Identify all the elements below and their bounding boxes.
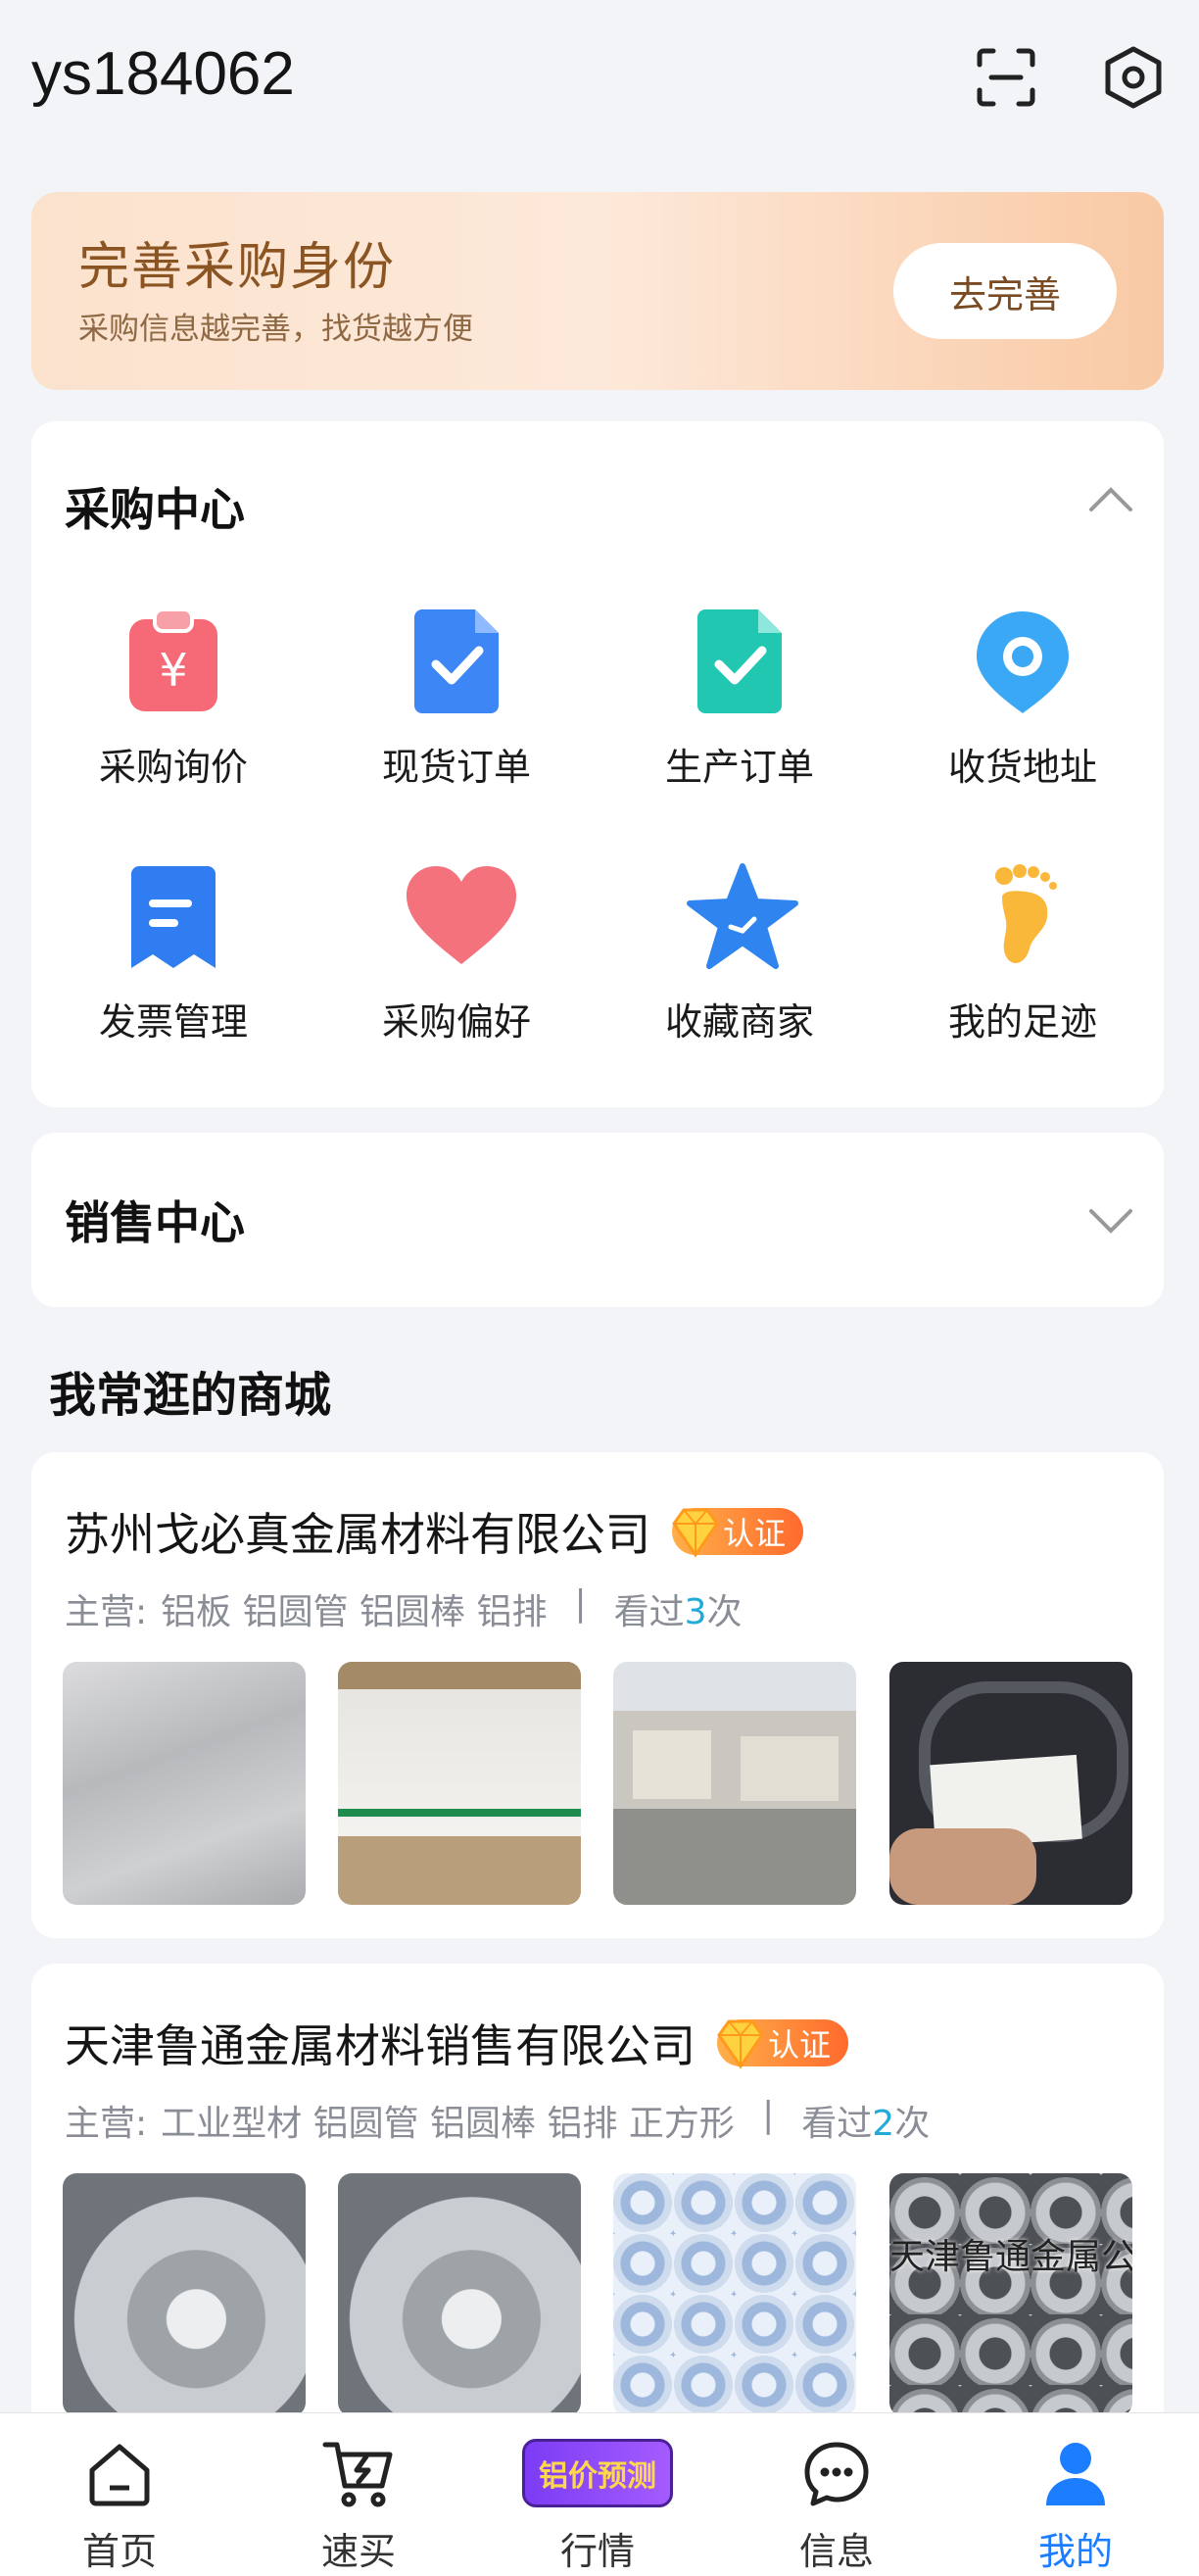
diamond-icon (717, 2019, 764, 2069)
tab-messages[interactable]: 信息 (717, 2439, 956, 2575)
sales-center-title: 销售中心 (65, 1196, 245, 1249)
product-thumbnail[interactable] (613, 1662, 856, 1905)
grid-item-label: 采购偏好 (381, 1000, 531, 1044)
clipboard-yen-icon: ¥ (120, 608, 227, 715)
banner-title: 完善采购身份 (78, 238, 397, 297)
tab-mine[interactable]: 我的 (956, 2439, 1195, 2575)
banner-subtitle: 采购信息越完善，找货越方便 (78, 312, 473, 347)
grid-item-label: 采购询价 (98, 746, 248, 789)
complete-button[interactable]: 去完善 (893, 243, 1117, 339)
grid-item-footprint[interactable]: 我的足迹 (881, 862, 1165, 1045)
product-thumbnail[interactable] (338, 1662, 581, 1905)
location-pin-icon (969, 608, 1077, 715)
chevron-up-icon[interactable] (1087, 484, 1134, 517)
thumbnail-overlay-text: 天津鲁通金属公司 (889, 2237, 1132, 2277)
certified-badge: 认证 (717, 2019, 849, 2069)
shop-main-business: 主营: 铝板 铝圆管 铝圆棒 铝排 | 看过3次 (65, 1583, 743, 1632)
shop-card[interactable]: 苏州戈必真金属材料有限公司 认证 主营: 铝板 铝圆管 铝圆棒 铝排 | 看过3… (31, 1452, 1164, 1938)
star-icon (686, 862, 798, 970)
settings-icon[interactable] (1099, 43, 1168, 112)
scan-icon[interactable] (972, 43, 1040, 112)
frequent-shops-title: 我常逛的商城 (49, 1368, 332, 1423)
grid-item-label: 收藏商家 (664, 1000, 814, 1044)
tab-market[interactable]: 铝价预测 行情 (478, 2439, 717, 2575)
diamond-icon (672, 1508, 719, 1558)
complete-identity-banner[interactable]: 完善采购身份 采购信息越完善，找货越方便 去完善 (31, 192, 1164, 390)
tab-quick-buy[interactable]: 速买 (239, 2439, 478, 2575)
doc-check-teal-icon (686, 608, 793, 715)
grid-item-favorite-shops[interactable]: 收藏商家 (598, 862, 882, 1045)
aluminum-price-badge-icon: 铝价预测 (478, 2439, 717, 2513)
heart-icon (403, 862, 516, 970)
tab-home[interactable]: 首页 (0, 2439, 239, 2575)
grid-item-label: 我的足迹 (947, 1000, 1097, 1044)
product-thumbnail[interactable] (63, 1662, 306, 1905)
cart-fast-icon (239, 2439, 478, 2513)
grid-item-label: 收货地址 (947, 746, 1097, 789)
certified-badge: 认证 (672, 1508, 804, 1558)
bottom-tab-bar: 首页 速买 铝价预测 行情 信息 我的 (0, 2412, 1199, 2576)
home-icon (0, 2439, 239, 2513)
shop-name: 天津鲁通金属材料销售有限公司 (65, 2019, 695, 2072)
chevron-down-icon[interactable] (1087, 1207, 1134, 1240)
product-thumbnail[interactable]: 天津鲁通金属公司 (889, 2173, 1132, 2416)
product-thumbnail[interactable] (338, 2173, 581, 2416)
username: ys184062 (31, 40, 295, 108)
grid-item-inquiry[interactable]: ¥ 采购询价 (31, 608, 315, 791)
grid-item-label: 发票管理 (98, 1000, 248, 1044)
grid-item-spot-orders[interactable]: 现货订单 (314, 608, 599, 791)
product-thumbnail[interactable] (63, 2173, 306, 2416)
grid-item-invoice[interactable]: 发票管理 (31, 862, 315, 1045)
grid-item-preference[interactable]: 采购偏好 (314, 862, 599, 1045)
invoice-icon (120, 862, 227, 970)
purchase-center-card: 采购中心 ¥ 采购询价 现货订单 生产订单 收货地址 发票管理 采购偏好 收藏商… (31, 421, 1164, 1107)
sales-center-card[interactable]: 销售中心 (31, 1133, 1164, 1307)
chat-bubble-icon (717, 2439, 956, 2513)
grid-item-production-orders[interactable]: 生产订单 (598, 608, 882, 791)
doc-check-blue-icon (403, 608, 510, 715)
shop-card[interactable]: 天津鲁通金属材料销售有限公司 认证 主营: 工业型材 铝圆管 铝圆棒 铝排 正方… (31, 1964, 1164, 2473)
svg-text:¥: ¥ (159, 644, 187, 697)
product-thumbnail[interactable] (613, 2173, 856, 2416)
grid-item-label: 现货订单 (381, 746, 531, 789)
product-thumbnail[interactable] (889, 1662, 1132, 1905)
grid-item-address[interactable]: 收货地址 (881, 608, 1165, 791)
shop-name: 苏州戈必真金属材料有限公司 (65, 1508, 650, 1561)
shop-main-business: 主营: 工业型材 铝圆管 铝圆棒 铝排 正方形管 矩 | 看过2次 (65, 2095, 931, 2144)
grid-item-label: 生产订单 (664, 746, 814, 789)
footprint-icon (969, 862, 1077, 970)
purchase-center-title: 采购中心 (65, 483, 245, 536)
user-icon (956, 2439, 1195, 2513)
